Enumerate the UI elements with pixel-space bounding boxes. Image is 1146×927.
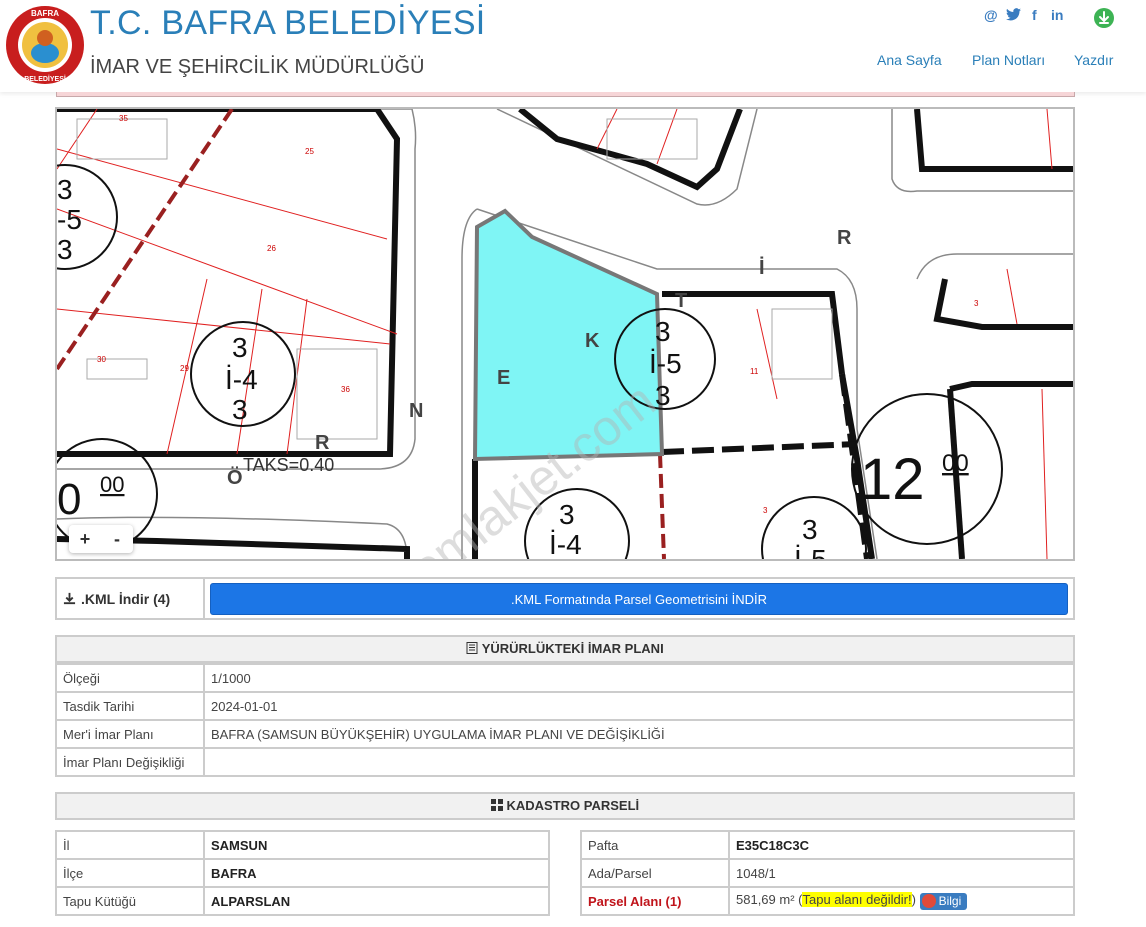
table-row: İmar Planı Değişikliği	[55, 747, 1075, 777]
facebook-icon[interactable]: f	[1032, 7, 1037, 23]
alert-strip	[56, 92, 1075, 97]
zoom-control: + -	[69, 525, 133, 553]
street-letter: R	[837, 227, 852, 249]
plan-value: BAFRA (SAMSUN BÜYÜKŞEHİR) UYGULAMA İMAR …	[203, 719, 1075, 749]
street-letter: E	[497, 367, 510, 389]
zone-label: 3	[232, 332, 248, 363]
download-icon[interactable]	[1094, 8, 1114, 28]
zoom-in-button[interactable]: +	[69, 525, 101, 553]
cadastre-key: Pafta	[580, 830, 730, 860]
svg-text:BELEDİYESİ: BELEDİYESİ	[24, 75, 66, 83]
table-row: Parsel Alanı (1) 581,69 m² (Tapu alanı d…	[580, 886, 1075, 916]
table-row: İl SAMSUN	[55, 830, 550, 860]
plan-value	[203, 747, 1075, 777]
svg-text:BAFRA: BAFRA	[31, 9, 59, 18]
zone-label: İ-5	[649, 348, 682, 379]
info-button[interactable]: Bilgi	[919, 892, 968, 910]
cadastre-key: Ada/Parsel	[580, 858, 730, 888]
plan-key: Tasdik Tarihi	[55, 691, 205, 721]
cadastre-value: 1048/1	[728, 858, 1075, 888]
cadastre-heading: KADASTRO PARSELİ	[55, 792, 1075, 820]
plan-value: 2024-01-01	[203, 691, 1075, 721]
street-letter: İ	[759, 256, 765, 279]
table-row: Tasdik Tarihi 2024-01-01	[55, 691, 1075, 721]
table-row: Ada/Parsel 1048/1	[580, 858, 1075, 888]
plan-key: İmar Planı Değişikliği	[55, 747, 205, 777]
cadastre-left-table: İl SAMSUN İlçe BAFRA Tapu Kütüğü ALPARSL…	[55, 830, 550, 916]
table-row: Pafta E35C18C3C	[580, 830, 1075, 860]
zone-label: 3	[57, 234, 73, 265]
cadastre-value: SAMSUN	[203, 830, 550, 860]
street-letter: R	[315, 432, 330, 454]
page-header: BAFRA BELEDİYESİ T.C. BAFRA BELEDİYESİ İ…	[0, 0, 1146, 92]
cadastre-key: İl	[55, 830, 205, 860]
zoning-map[interactable]: 35 25 26 30 29 36 11 3 3 3 -5 3 3 İ-4 3 …	[55, 107, 1075, 561]
parcel-label: 35	[119, 114, 128, 123]
parcel-label: 29	[180, 364, 189, 373]
zone-label: 3	[802, 514, 818, 545]
table-row: Mer'i İmar Planı BAFRA (SAMSUN BÜYÜKŞEHİ…	[55, 719, 1075, 749]
cadastre-value: BAFRA	[203, 858, 550, 888]
zoom-out-button[interactable]: -	[101, 525, 133, 553]
parcel-area-label: Parsel Alanı (1)	[580, 886, 730, 916]
cadastre-key: Tapu Kütüğü	[55, 886, 205, 916]
municipality-logo[interactable]: BAFRA BELEDİYESİ	[5, 5, 85, 85]
cadastre-key: İlçe	[55, 858, 205, 888]
download-icon	[63, 592, 76, 605]
cadastre-value: ALPARSLAN	[203, 886, 550, 916]
document-icon	[466, 642, 478, 654]
zone-label: İ-4	[549, 529, 582, 559]
cadastre-right-table: Pafta E35C18C3C Ada/Parsel 1048/1 Parsel…	[580, 830, 1075, 916]
road-width-label: 0	[57, 475, 81, 524]
street-letter: Ö	[227, 466, 243, 489]
zone-label: -5	[57, 204, 82, 235]
zone-label: 3	[655, 316, 671, 347]
linkedin-icon[interactable]: in	[1051, 7, 1063, 23]
cadastre-value: E35C18C3C	[728, 830, 1075, 860]
kml-label: .KML İndir (4)	[81, 590, 171, 607]
parcel-label: 26	[267, 244, 276, 253]
nav-plan-notes[interactable]: Plan Notları	[972, 52, 1045, 68]
road-width-label: 12	[860, 447, 925, 512]
plan-value: 1/1000	[203, 663, 1075, 693]
zone-label: 3	[232, 394, 248, 425]
plan-key: Mer'i İmar Planı	[55, 719, 205, 749]
site-title: T.C. BAFRA BELEDİYESİ	[90, 4, 486, 42]
table-row: İlçe BAFRA	[55, 858, 550, 888]
road-width-sup: 00	[942, 450, 969, 477]
street-letter: T	[675, 290, 687, 312]
zone-label: İ-4	[225, 364, 258, 395]
plan-key: Ölçeği	[55, 663, 205, 693]
taks-label: TAKS=0.40	[243, 455, 334, 475]
email-icon[interactable]: @	[984, 7, 998, 23]
nav-print[interactable]: Yazdır	[1074, 52, 1113, 68]
kml-download-row: .KML İndir (4) .KML Formatında Parsel Ge…	[55, 577, 1075, 620]
table-row: Tapu Kütüğü ALPARSLAN	[55, 886, 550, 916]
parcel-label: 25	[305, 147, 314, 156]
street-letter: K	[585, 330, 600, 352]
parcel-label: 3	[974, 299, 979, 308]
road-width-sup: 00	[100, 472, 124, 497]
zoning-plan-heading: YÜRÜRLÜKTEKİ İMAR PLANI	[55, 635, 1075, 663]
parcel-label: 30	[97, 355, 106, 364]
kml-download-button[interactable]: .KML Formatında Parsel Geometrisini İNDİ…	[210, 583, 1068, 615]
nav-home[interactable]: Ana Sayfa	[877, 52, 942, 68]
zone-label: 3	[559, 499, 575, 530]
zone-label: İ-5	[794, 544, 827, 559]
map-canvas[interactable]: 35 25 26 30 29 36 11 3 3 3 -5 3 3 İ-4 3 …	[57, 109, 1073, 559]
zone-label: 3	[57, 174, 73, 205]
area-warning: Tapu alanı değildir!	[802, 892, 912, 908]
parcel-label: 11	[750, 367, 759, 376]
parcel-area-value: 581,69 m² (Tapu alanı değildir!) Bilgi	[728, 886, 1075, 916]
site-subtitle: İMAR VE ŞEHİRCİLİK MÜDÜRLÜĞÜ	[90, 56, 425, 78]
parcel-label: 3	[763, 506, 768, 515]
parcel-label: 36	[341, 385, 350, 394]
twitter-icon[interactable]	[1006, 8, 1021, 21]
zoning-plan-table: Ölçeği 1/1000 Tasdik Tarihi 2024-01-01 M…	[55, 663, 1075, 777]
street-letter: N	[409, 400, 423, 422]
table-row: Ölçeği 1/1000	[55, 663, 1075, 693]
info-icon	[921, 893, 936, 908]
grid-icon	[490, 799, 503, 811]
